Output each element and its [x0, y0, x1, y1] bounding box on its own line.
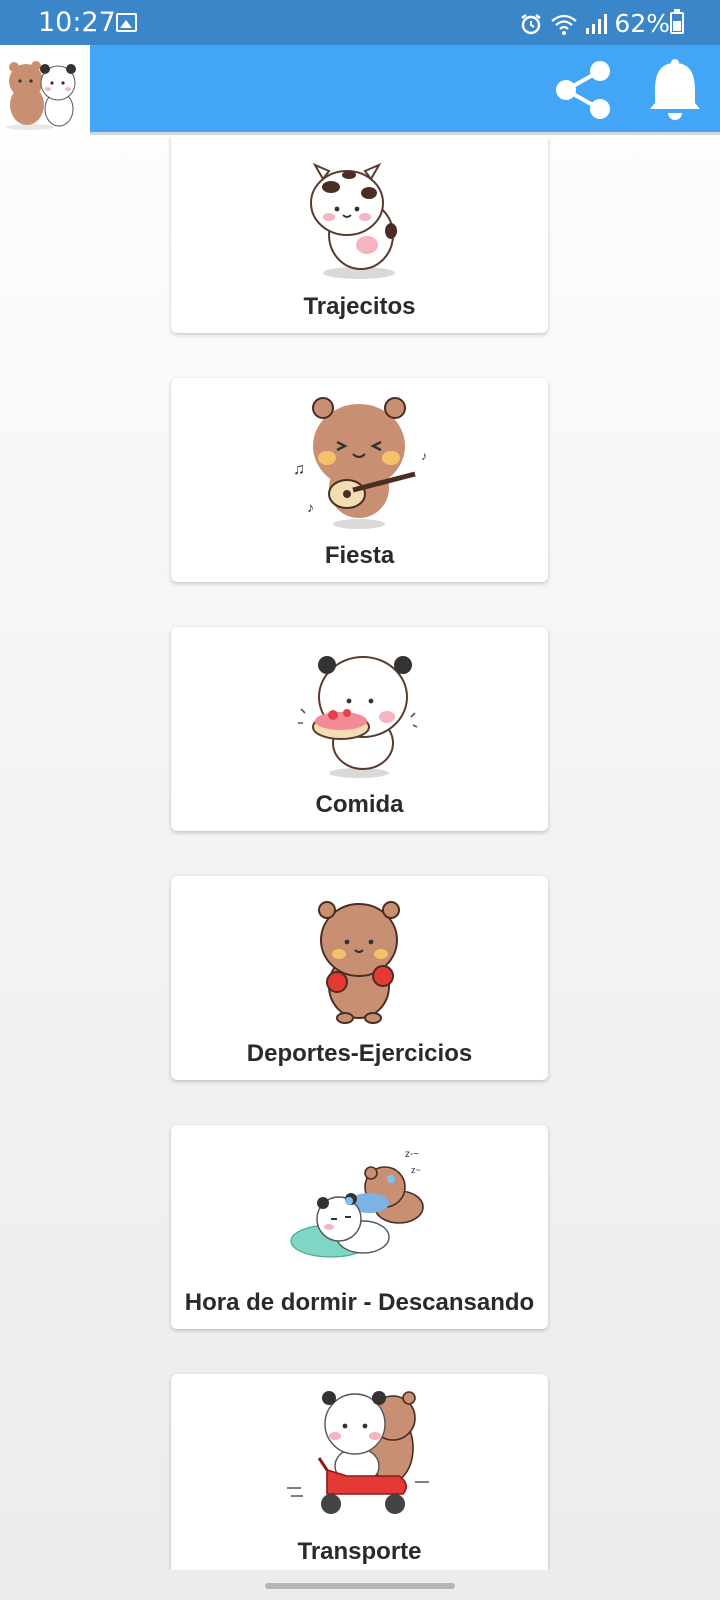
bear-panda-scooter-image	[287, 1391, 429, 1514]
bear-boxing-image	[318, 901, 400, 1024]
category-label: Trajecitos	[303, 293, 416, 320]
category-list: Trajecitos ♫ ♪ ♪ Fiesta Comida Deportes-…	[0, 138, 720, 1570]
category-card-hora-de-dormir[interactable]: z-~ z~ Hora de dormir - Descansando	[171, 1125, 548, 1329]
svg-text:z-~: z-~	[405, 1149, 419, 1160]
alarm-icon	[521, 13, 542, 34]
category-label: Fiesta	[324, 542, 395, 569]
panda-cow-costume-image	[310, 162, 397, 279]
status-icons: 62%	[519, 9, 670, 38]
app-bar	[0, 45, 720, 135]
category-card-deportes-ejercicios[interactable]: Deportes-Ejercicios	[171, 876, 548, 1080]
battery-icon	[670, 9, 684, 34]
bear-panda-sleeping-image: z-~ z~	[290, 1149, 424, 1258]
svg-text:♪: ♪	[307, 499, 314, 515]
category-card-comida[interactable]: Comida	[171, 627, 548, 831]
wifi-icon	[551, 14, 578, 35]
category-label: Comida	[315, 791, 404, 818]
bear-guitar-image: ♫ ♪ ♪	[293, 397, 427, 529]
category-card-fiesta[interactable]: ♫ ♪ ♪ Fiesta	[171, 378, 548, 582]
svg-text:z~: z~	[411, 1165, 421, 1175]
share-icon[interactable]	[550, 57, 616, 123]
svg-text:♪: ♪	[421, 449, 427, 463]
category-label: Transporte	[297, 1538, 422, 1565]
category-card-trajecitos[interactable]: Trajecitos	[171, 138, 548, 333]
bear-panda-logo[interactable]	[0, 45, 90, 135]
panda-cake-image	[298, 656, 418, 778]
status-time: 10:27	[38, 7, 116, 38]
status-bar: 10:27 62%	[0, 0, 720, 45]
gallery-notification-icon	[116, 13, 137, 32]
bell-icon[interactable]	[646, 57, 704, 123]
battery-percent: 62%	[614, 9, 670, 38]
svg-text:♫: ♫	[293, 461, 305, 478]
signal-icon	[586, 13, 608, 34]
category-label: Hora de dormir - Descansando	[184, 1289, 535, 1316]
category-label: Deportes-Ejercicios	[246, 1040, 473, 1067]
gesture-navigation-handle[interactable]	[265, 1583, 455, 1589]
category-card-transporte[interactable]: Transporte	[171, 1374, 548, 1570]
